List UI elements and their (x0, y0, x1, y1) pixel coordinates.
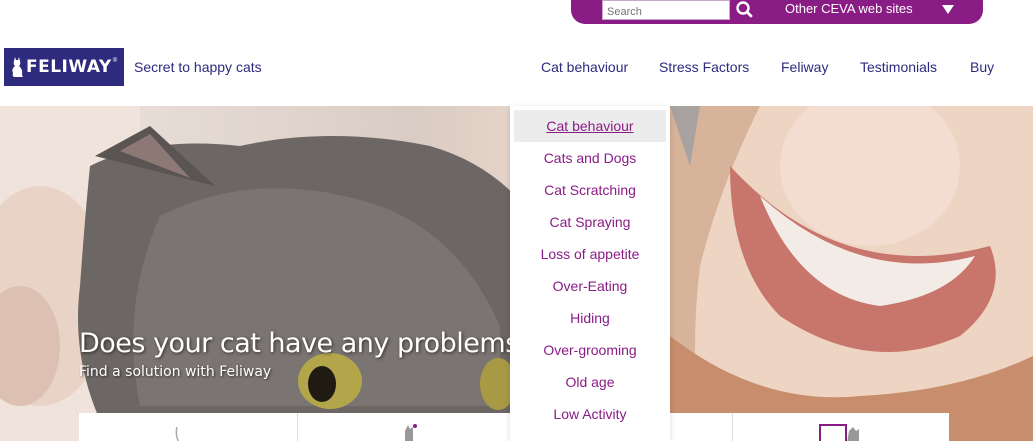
search-icon (736, 1, 753, 18)
nav-cat-behaviour[interactable]: Cat behaviour (541, 59, 628, 75)
hero-subtitle: Find a solution with Feliway (79, 364, 272, 380)
dropdown-item-cat-spraying[interactable]: Cat Spraying (510, 206, 670, 238)
dropdown-item-low-activity[interactable]: Low Activity (510, 398, 670, 430)
dropdown-item-cat-behaviour[interactable]: Cat behaviour (514, 110, 666, 142)
search-input[interactable] (602, 0, 730, 20)
nav-testimonials[interactable]: Testimonials (860, 59, 937, 75)
nav-buy[interactable]: Buy (970, 59, 994, 75)
nav-feliway[interactable]: Feliway (781, 59, 828, 75)
dropdown-item-hiding[interactable]: Hiding (510, 302, 670, 334)
tile-divider (732, 413, 733, 441)
dropdown-item-loss-of-appetite[interactable]: Loss of appetite (510, 238, 670, 270)
tile-divider (297, 413, 298, 441)
dropdown-item-cats-and-dogs[interactable]: Cats and Dogs (510, 142, 670, 174)
other-sites-link[interactable]: Other CEVA web sites (785, 1, 913, 16)
cat-scratching-post-icon[interactable] (819, 423, 865, 441)
hero-title: Does your cat have any problems (79, 328, 519, 359)
dropdown-item-old-age[interactable]: Old age (510, 366, 670, 398)
cat-behaviour-dropdown: Cat behaviour Cats and Dogs Cat Scratchi… (510, 106, 670, 441)
cat-sitting-icon[interactable] (399, 421, 421, 441)
main-navigation: Cat behaviour Stress Factors Feliway Tes… (0, 59, 1033, 79)
top-utility-bar: Other CEVA web sites (571, 0, 983, 24)
caret-down-icon[interactable] (942, 5, 954, 14)
cat-outline-icon[interactable] (173, 425, 187, 441)
nav-stress-factors[interactable]: Stress Factors (659, 59, 749, 75)
search-button[interactable] (733, 0, 755, 20)
dropdown-item-over-eating[interactable]: Over-Eating (510, 270, 670, 302)
dropdown-item-over-grooming[interactable]: Over-grooming (510, 334, 670, 366)
dropdown-item-cat-scratching[interactable]: Cat Scratching (510, 174, 670, 206)
